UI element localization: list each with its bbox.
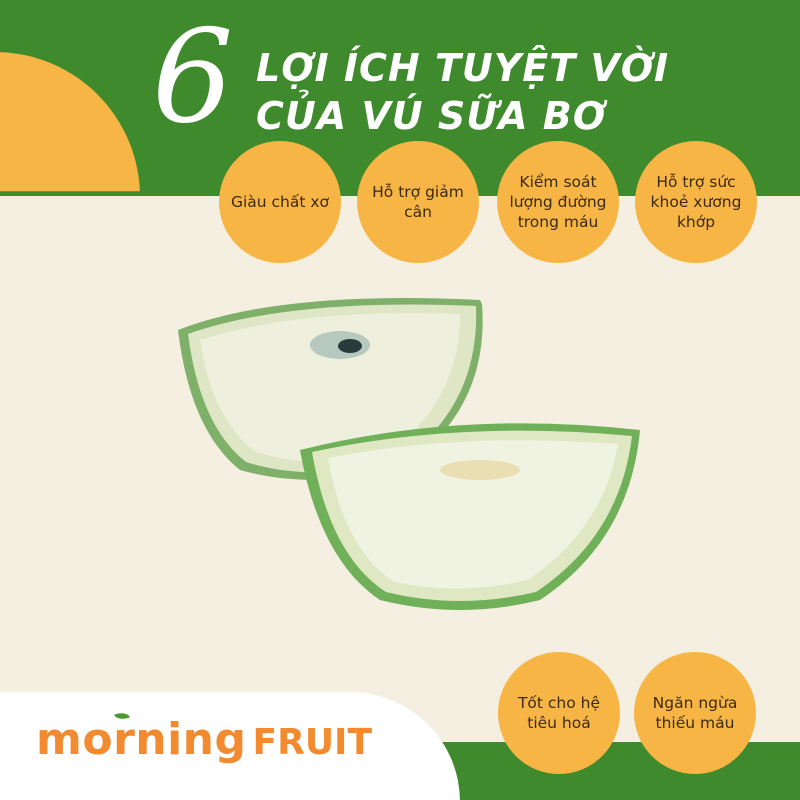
brand-word-morning: morning (36, 714, 247, 765)
title-line-1: LỢI ÍCH TUYỆT VỜI (256, 46, 670, 90)
benefit-text: Kiểm soát lượng đường trong máu (509, 173, 607, 231)
star-apple-image (178, 298, 640, 610)
title-line-2: CỦA VÚ SỮA BƠ (256, 94, 607, 138)
benefit-text: Ngăn ngừa thiếu máu (652, 694, 738, 732)
benefit-text: Hỗ trợ sức khoẻ xương khớp (650, 173, 742, 231)
brand-word-fruit: FRUIT (252, 722, 373, 763)
brand-logo: morning FRUIT (36, 714, 372, 765)
benefit-bubble-digestion: Tốt cho hệ tiêu hoá (498, 652, 620, 774)
benefit-text: Hỗ trợ giảm cân (372, 183, 464, 221)
infographic: 6 LỢI ÍCH TUYỆT VỜI CỦA VÚ SỮA BƠ Giàu c… (0, 0, 800, 800)
benefit-text: Tốt cho hệ tiêu hoá (517, 694, 601, 732)
benefit-text: Giàu chất xơ (230, 193, 330, 211)
benefit-bubble-anemia: Ngăn ngừa thiếu máu (634, 652, 756, 774)
benefit-bubble-blood-sugar: Kiểm soát lượng đường trong máu (497, 141, 619, 263)
title-number: 6 (152, 3, 234, 152)
benefit-bubble-fiber: Giàu chất xơ (219, 141, 341, 263)
benefit-bubble-bone-health: Hỗ trợ sức khoẻ xương khớp (635, 141, 757, 263)
benefit-bubble-weight-loss: Hỗ trợ giảm cân (357, 141, 479, 263)
